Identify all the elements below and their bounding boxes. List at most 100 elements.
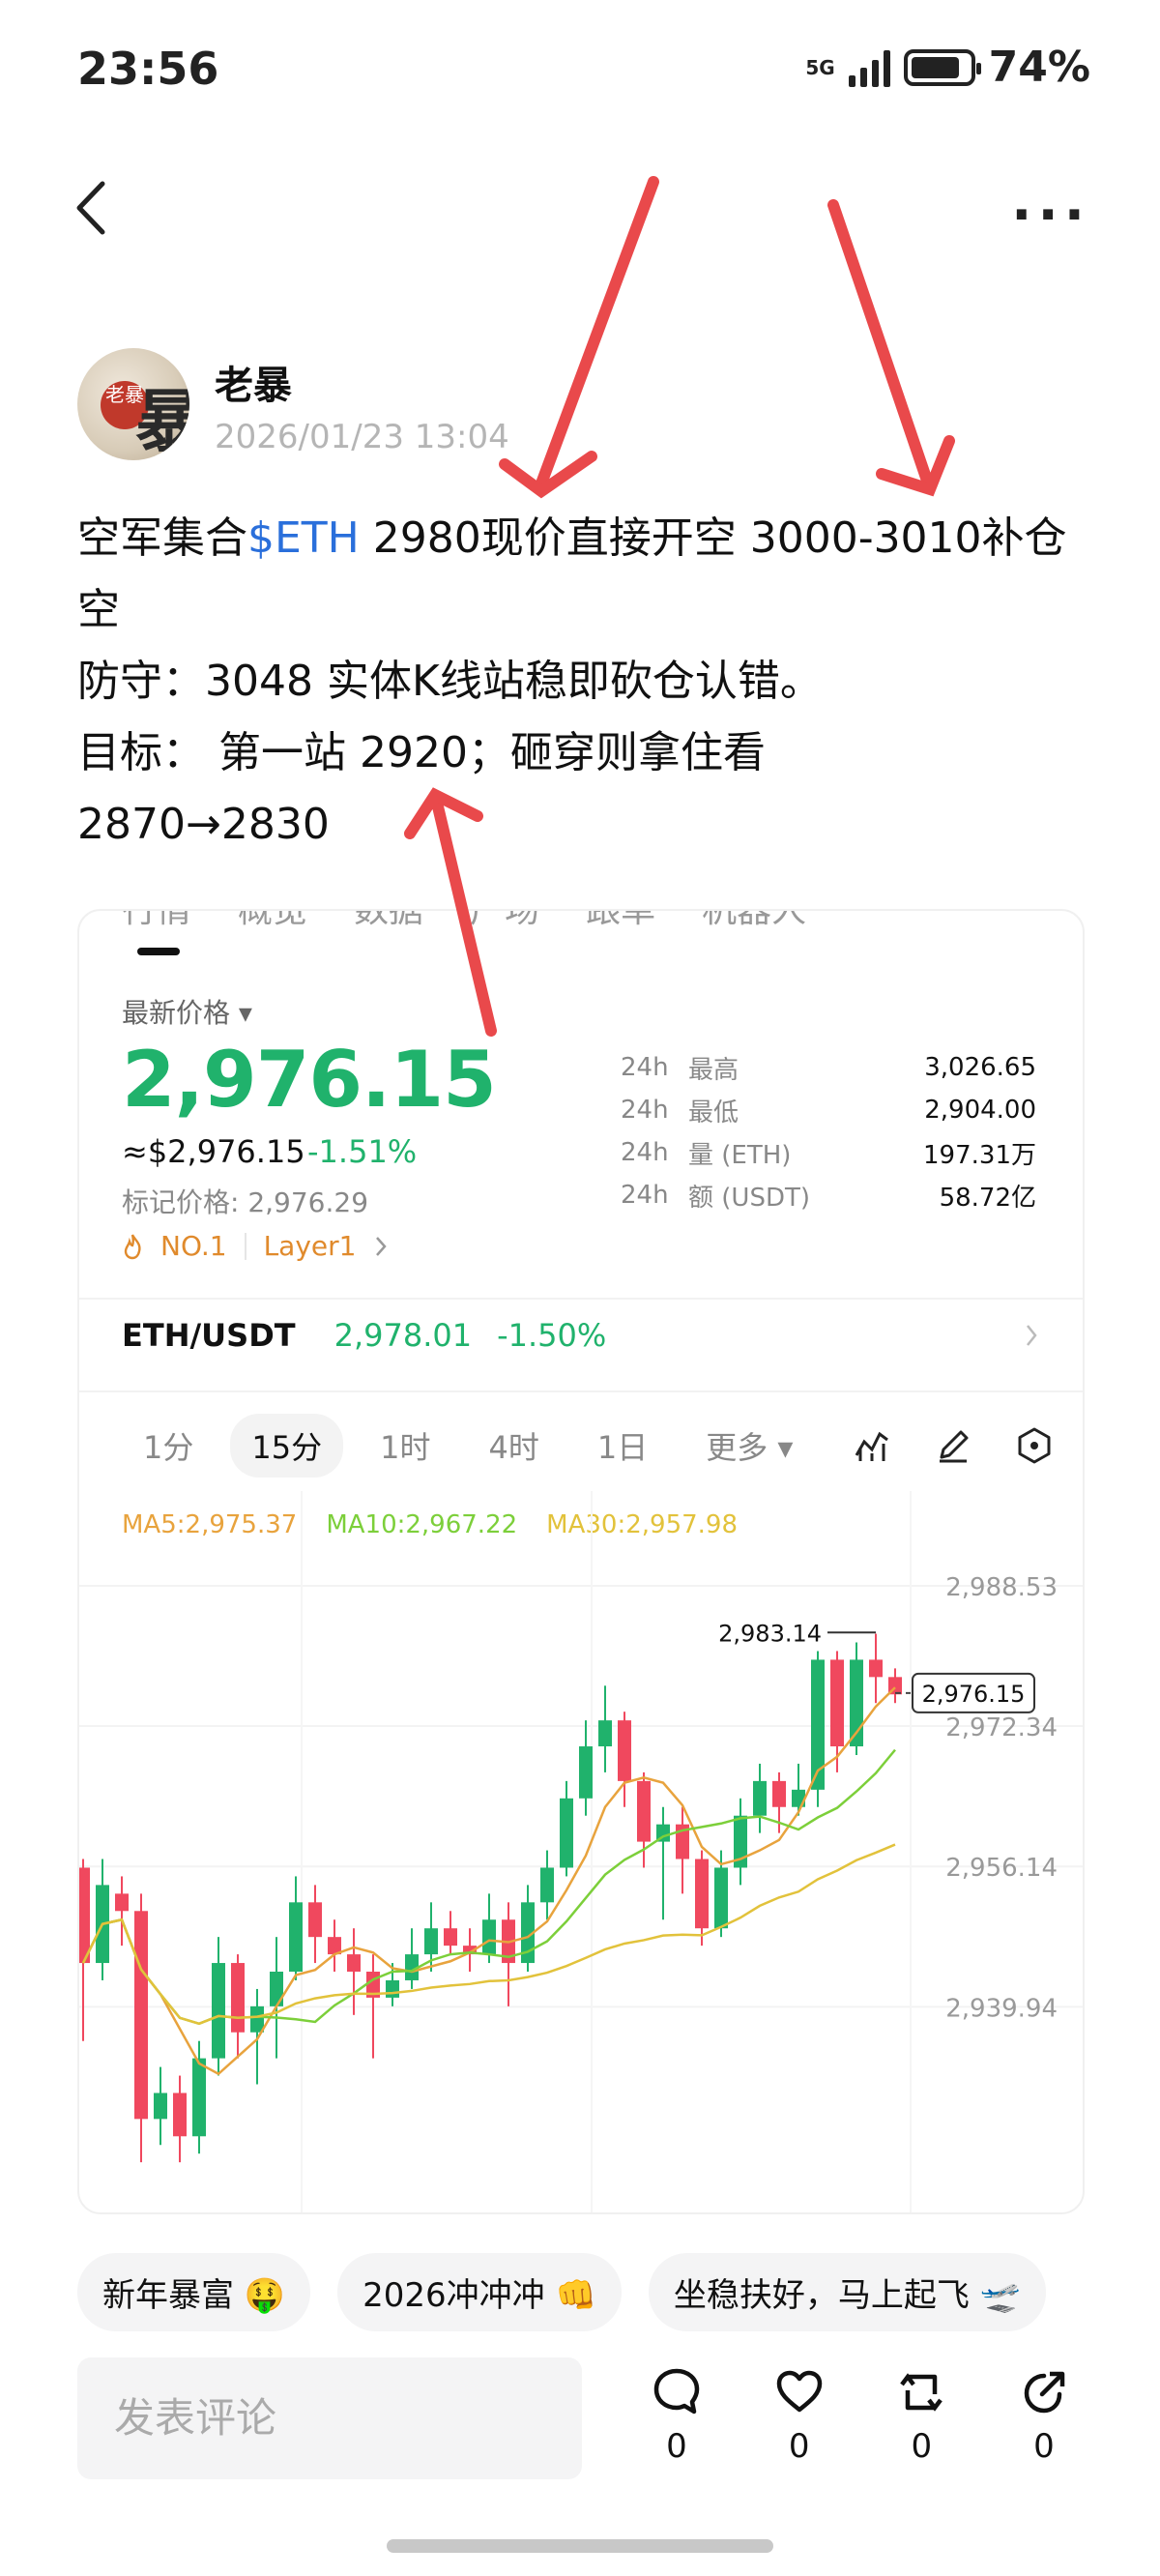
candle-body — [753, 1780, 767, 1816]
share-count: 0 — [1033, 2427, 1055, 2466]
comment-input[interactable]: 发表评论 — [77, 2357, 582, 2479]
timeframe-1d[interactable]: 1日 — [576, 1414, 669, 1478]
candle-body — [289, 1902, 303, 1973]
back-button[interactable] — [68, 174, 116, 242]
timeframe-15m[interactable]: 15分 — [230, 1414, 344, 1478]
price-change: -1.51% — [307, 1133, 418, 1170]
y-tick-label: 2,939.94 — [945, 1994, 1058, 2023]
candle-body — [134, 1911, 148, 2120]
tab-market[interactable]: 行情 — [122, 911, 191, 932]
arrow-head — [876, 435, 955, 497]
battery-icon — [903, 48, 981, 86]
battery-percent: 74% — [988, 43, 1090, 92]
moving-average-line — [81, 1686, 896, 2076]
candle-body — [618, 1720, 631, 1781]
chevron-right-icon — [376, 1236, 388, 1256]
signal-icon — [848, 48, 890, 87]
share-icon — [1024, 2371, 1065, 2414]
y-tick-label: 2,988.53 — [945, 1573, 1058, 1602]
active-tab-indicator — [137, 948, 180, 955]
divider — [79, 1390, 1083, 1392]
mark-price: 标记价格: 2,976.29 — [122, 1186, 369, 1218]
timeframe-more[interactable]: 更多 ▾ — [684, 1414, 814, 1478]
repost-button[interactable]: 0 — [883, 2365, 960, 2466]
category-badge: Layer1 — [263, 1230, 357, 1262]
timeframe-1h[interactable]: 1时 — [359, 1414, 451, 1478]
arrow-annotation — [827, 199, 934, 489]
candle-body — [231, 1963, 245, 2033]
tab-square[interactable]: 广场 — [470, 911, 539, 932]
post-line-3: 目标： 第一站 2920；砸穿则拿住看 — [77, 728, 766, 777]
like-button[interactable]: 0 — [761, 2365, 838, 2466]
stat-row: 24h 最高 3,026.65 — [621, 1053, 1036, 1085]
rank-badge: NO.1 — [160, 1230, 227, 1262]
share-button[interactable]: 0 — [1005, 2365, 1083, 2466]
pair-price: 2,978.01 — [334, 1317, 473, 1354]
draw-pen-icon[interactable] — [934, 1426, 972, 1465]
author-name[interactable]: 老暴 — [215, 354, 292, 410]
candle-body — [250, 2005, 264, 2033]
market-card[interactable]: 行情 概览 数据 广场 跟单 机器人 最新价格 ▾ 2,976.15 ≈$2,9… — [77, 909, 1085, 2214]
post-line-1: 空军集合$ETH 2980现价直接开空 3000-3010补仓空 — [77, 513, 1067, 634]
candle-body — [869, 1659, 883, 1678]
last-price-label: 2,976.15 — [922, 1681, 1026, 1708]
y-tick-label: 2,956.14 — [945, 1854, 1058, 1883]
pair-name: ETH/USDT — [122, 1317, 296, 1354]
post-content: 空军集合$ETH 2980现价直接开空 3000-3010补仓空 防守：3048… — [77, 503, 1102, 861]
quick-reply-chip[interactable]: 2026冲冲冲 👊 — [337, 2253, 622, 2331]
repost-icon — [900, 2373, 943, 2412]
price-usd: ≈$2,976.15 — [122, 1133, 305, 1170]
settings-hexagon-icon[interactable] — [1015, 1426, 1054, 1465]
candle-body — [637, 1780, 651, 1842]
action-bar: 0 0 0 0 — [638, 2365, 1083, 2466]
candle-body — [482, 1919, 496, 1955]
tab-overview[interactable]: 概览 — [238, 911, 307, 932]
quick-replies: 新年暴富 🤑 2026冲冲冲 👊 坐稳扶好，马上起飞 🛫 — [77, 2253, 1046, 2331]
post-line-4: 2870→2830 — [77, 800, 330, 849]
candle-body — [830, 1659, 844, 1747]
candle-body — [560, 1798, 573, 1868]
candle-body — [192, 2058, 206, 2137]
candle-body — [444, 1928, 457, 1947]
badges-row[interactable]: NO.1 Layer1 — [122, 1230, 389, 1262]
home-indicator[interactable] — [387, 2539, 773, 2553]
avatar[interactable]: 老暴 暴 — [77, 348, 189, 460]
status-time: 23:56 — [77, 43, 219, 95]
comment-bubble-icon — [653, 2368, 700, 2415]
arrow-head — [499, 451, 597, 499]
latest-price-label[interactable]: 最新价格 ▾ — [122, 992, 252, 1031]
tab-copy-trade[interactable]: 跟单 — [586, 911, 655, 932]
timeframe-4h[interactable]: 4时 — [467, 1414, 560, 1478]
stat-row: 24h 量 (ETH) 197.31万 — [621, 1138, 1036, 1170]
indicator-icon[interactable] — [853, 1426, 891, 1465]
candle-body — [579, 1746, 593, 1799]
candle-body — [347, 1954, 361, 1973]
candle-body — [540, 1867, 554, 1903]
tab-data[interactable]: 数据 — [354, 911, 423, 932]
chevron-right-icon — [1027, 1325, 1037, 1346]
heart-icon — [776, 2370, 822, 2413]
candle-body — [173, 2093, 187, 2137]
pair-row[interactable]: ETH/USDT 2,978.01 -1.50% — [122, 1317, 1040, 1354]
badge-divider — [244, 1232, 246, 1260]
like-count: 0 — [788, 2427, 810, 2466]
repost-count: 0 — [911, 2427, 933, 2466]
timeframe-1m[interactable]: 1分 — [122, 1414, 215, 1478]
candle-body — [79, 1867, 90, 1964]
candle-body — [695, 1859, 709, 1929]
comment-button[interactable]: 0 — [638, 2365, 715, 2466]
quick-reply-chip[interactable]: 坐稳扶好，马上起飞 🛫 — [648, 2253, 1046, 2331]
stat-row: 24h 最低 2,904.00 — [621, 1096, 1036, 1127]
candle-body — [270, 1972, 283, 2006]
stat-row: 24h 额 (USDT) 58.72亿 — [621, 1181, 1036, 1213]
ticker-tag[interactable]: $ETH — [247, 513, 360, 563]
candle-body — [714, 1867, 728, 1929]
tab-bot[interactable]: 机器人 — [702, 911, 806, 932]
flame-icon — [124, 1233, 141, 1259]
candle-body — [424, 1928, 438, 1955]
candlestick-chart[interactable]: 2,988.53 2,972.34 2,956.14 2,939.94 2,983.14… — [79, 1491, 1085, 2214]
quick-reply-chip[interactable]: 新年暴富 🤑 — [77, 2253, 311, 2331]
more-options-button[interactable]: ··· — [1011, 184, 1090, 247]
candle-body — [154, 2093, 167, 2120]
arrow-annotation — [536, 176, 659, 489]
